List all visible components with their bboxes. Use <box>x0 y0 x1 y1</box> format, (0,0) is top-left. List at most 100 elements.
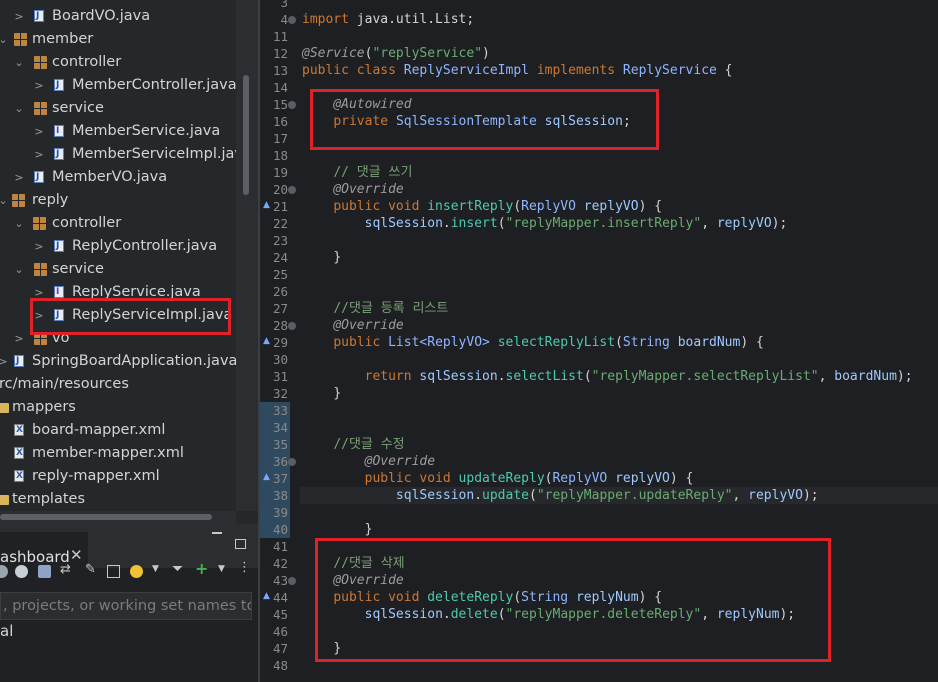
circle-icon[interactable] <box>0 565 8 578</box>
tree-item-label: controller <box>52 215 122 231</box>
chevron-down-icon[interactable]: ⌄ <box>13 258 25 281</box>
chevron-down-icon[interactable]: ⌄ <box>13 212 25 235</box>
more-icon[interactable]: ⋮ <box>238 560 251 575</box>
code-token: ReplyVO <box>521 199 576 214</box>
chevron-right-icon[interactable]: > <box>13 166 25 189</box>
code-line-19[interactable]: // 댓글 쓰기 <box>302 164 412 181</box>
code-line-27[interactable]: //댓글 등록 리스트 <box>302 300 448 317</box>
fold-toggle-icon[interactable] <box>288 458 296 466</box>
pencil-icon[interactable]: ✎ <box>85 562 98 577</box>
code-line-20[interactable]: @Override <box>302 181 403 198</box>
line-number: 27 <box>272 301 288 316</box>
tree-item-memberserviceimpl[interactable]: > MemberServiceImpl.java <box>0 143 236 166</box>
tree-item-label: templates <box>12 491 86 507</box>
tree-item-replycontroller[interactable]: > ReplyController.java <box>0 235 236 258</box>
fold-toggle-icon[interactable] <box>288 16 296 24</box>
code-line-38[interactable]: sqlSession.update("replyMapper.updateRep… <box>302 487 819 504</box>
code-line-12[interactable]: @Service("replyService") <box>302 45 490 62</box>
scrollbar-thumb[interactable] <box>0 514 212 520</box>
tree-item-label: MemberService.java <box>72 123 221 139</box>
line-number: 16 <box>272 114 288 129</box>
code-token: , <box>732 488 749 503</box>
code-token: //댓글 수정 <box>333 437 405 452</box>
tree-item-springboardapplication[interactable]: > SpringBoardApplication.java <box>0 350 236 373</box>
chevron-down-icon[interactable]: ▼ <box>152 564 165 577</box>
chevron-right-icon[interactable]: > <box>13 5 25 28</box>
dashboard-filter-input[interactable]: , projects, or working set names to m <box>0 592 252 620</box>
tree-item-mappers[interactable]: mappers <box>0 396 236 419</box>
code-line-13[interactable]: public class ReplyServiceImpl implements… <box>302 62 733 79</box>
tree-item-membercontroller[interactable]: > MemberController.java <box>0 74 236 97</box>
swap-arrows-icon[interactable]: ⇄ <box>60 562 73 577</box>
tree-item-member-controller[interactable]: ⌄ controller <box>0 51 236 74</box>
tree-item-reply-controller[interactable]: ⌄ controller <box>0 212 236 235</box>
tree-item-templates[interactable]: templates <box>0 488 236 511</box>
tree-item-reply-mapper[interactable]: reply-mapper.xml <box>0 465 236 488</box>
globe-icon[interactable] <box>15 565 28 578</box>
line-number: 11 <box>272 29 288 44</box>
code-line-28[interactable]: @Override <box>302 317 403 334</box>
code-token: List<ReplyVO> <box>388 335 490 350</box>
chevron-right-icon[interactable]: > <box>13 327 25 350</box>
monitor-icon[interactable] <box>38 565 51 578</box>
code-editor[interactable]: 3 4 11 12 13 14 15 16 17 18 19 20 21 22 23 24 25 26 27 28 29… <box>260 0 938 682</box>
lightbulb-icon[interactable] <box>130 565 143 578</box>
maximize-icon[interactable] <box>235 539 246 549</box>
line-number: 25 <box>272 267 288 282</box>
code-token: "replyMapper.updateReply" <box>536 488 733 503</box>
tree-item-boardvo[interactable]: > BoardVO.java <box>0 5 236 28</box>
tree-item-member-service[interactable]: ⌄ service <box>0 97 236 120</box>
fold-toggle-icon[interactable] <box>288 322 296 330</box>
chevron-right-icon[interactable]: > <box>33 120 45 143</box>
fold-toggle-icon[interactable] <box>288 101 296 109</box>
highlight-box-autowired <box>310 89 659 150</box>
fold-toggle-icon[interactable] <box>288 577 296 585</box>
tree-item-label: member-mapper.xml <box>32 445 184 461</box>
chevron-down-icon[interactable]: ⌄ <box>0 28 9 51</box>
code-line-31[interactable]: return sqlSession.selectList("replyMappe… <box>302 368 913 385</box>
chevron-right-icon[interactable]: > <box>33 143 45 166</box>
tree-item-membervo[interactable]: > MemberVO.java <box>0 166 236 189</box>
window-icon[interactable] <box>107 565 120 578</box>
tree-item-member[interactable]: ⌄ member <box>0 28 236 51</box>
code-token: "replyMapper.insertReply" <box>505 216 702 231</box>
tree-item-memberservice[interactable]: > MemberService.java <box>0 120 236 143</box>
code-line-21[interactable]: public void insertReply(ReplyVO replyVO)… <box>302 198 662 215</box>
code-token: ( <box>583 369 592 384</box>
line-number: 42 <box>272 556 288 571</box>
chevron-right-icon[interactable]: > <box>0 350 9 373</box>
code-token: ReplyServiceImpl <box>403 63 529 78</box>
code-token: ) { <box>669 471 694 486</box>
code-line-40[interactable]: } <box>302 521 373 538</box>
line-number: 20 <box>272 182 288 197</box>
chevron-right-icon[interactable]: > <box>33 74 45 97</box>
chevron-down-icon[interactable]: ⌄ <box>13 51 25 74</box>
code-line-35[interactable]: //댓글 수정 <box>302 436 405 453</box>
tree-item-reply[interactable]: ⌄ reply <box>0 189 236 212</box>
tree-item-resources[interactable]: rc/main/resources <box>0 373 236 396</box>
code-token: selectList <box>505 369 584 384</box>
java-file-icon <box>34 5 44 28</box>
minimize-icon[interactable] <box>212 532 222 534</box>
filter-icon[interactable]: ⏷ <box>172 561 185 577</box>
package-icon <box>34 263 47 276</box>
fold-toggle-icon[interactable] <box>288 186 296 194</box>
chevron-down-icon[interactable]: ⌄ <box>13 97 25 120</box>
code-line-4[interactable]: import java.util.List; <box>302 11 474 28</box>
chevron-right-icon[interactable]: > <box>33 235 45 258</box>
chevron-down-icon[interactable]: ⌄ <box>0 189 9 212</box>
code-line-32[interactable]: } <box>302 385 341 402</box>
override-marker-icon: ▲ <box>263 336 270 346</box>
add-icon[interactable]: + <box>195 559 208 578</box>
code-line-24[interactable]: } <box>302 249 341 266</box>
code-line-36[interactable]: @Override <box>302 453 435 470</box>
code-line-37[interactable]: public void updateReply(ReplyVO replyVO)… <box>302 470 694 487</box>
tree-item-reply-service[interactable]: ⌄ service <box>0 258 236 281</box>
chevron-down-icon[interactable]: ▼ <box>218 564 231 577</box>
tree-item-member-mapper[interactable]: member-mapper.xml <box>0 442 236 465</box>
scrollbar-thumb[interactable] <box>243 75 249 195</box>
code-token: selectReplyList <box>497 335 616 350</box>
code-line-29[interactable]: public List<ReplyVO> selectReplyList(Str… <box>302 334 764 351</box>
tree-item-board-mapper[interactable]: board-mapper.xml <box>0 419 236 442</box>
code-line-22[interactable]: sqlSession.insert("replyMapper.insertRep… <box>302 215 788 232</box>
